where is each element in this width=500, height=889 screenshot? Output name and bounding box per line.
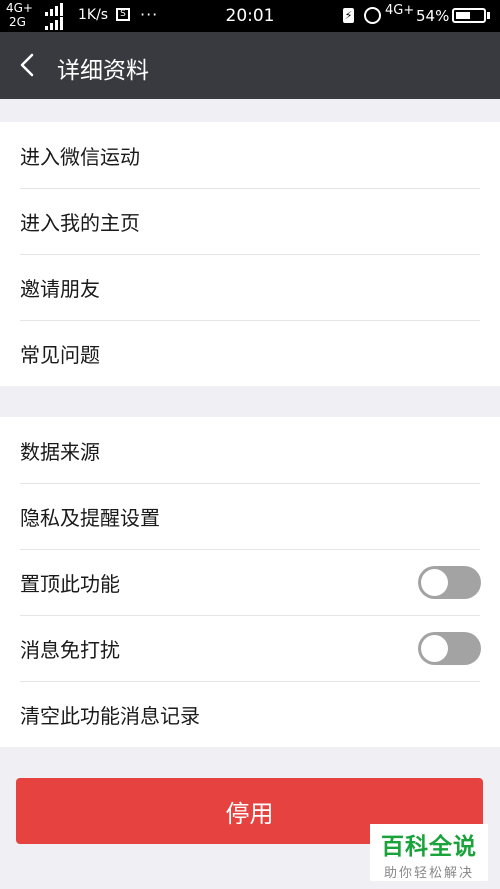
list-item-label: 进入微信运动 [20, 144, 140, 169]
list-item-label: 邀请朋友 [20, 276, 100, 301]
chevron-left-icon[interactable] [14, 50, 44, 80]
charging-icon: ⚡ [343, 8, 354, 23]
list-item-label: 数据来源 [20, 439, 100, 464]
list-item-label: 置顶此功能 [20, 571, 120, 596]
list-item-data-source[interactable]: 数据来源 [0, 417, 500, 483]
list-item-privacy-settings[interactable]: 隐私及提醒设置 [0, 483, 500, 549]
list-item-clear-history[interactable]: 清空此功能消息记录 [0, 681, 500, 747]
status-bar: 4G+ 2G 1K/s S ··· 20:01 ⚡ 4G+ 54% [0, 0, 500, 32]
menu-group-1: 进入微信运动 进入我的主页 邀请朋友 常见问题 [0, 122, 500, 386]
toggle-knob [421, 569, 448, 596]
page-title: 详细资料 [57, 58, 149, 84]
alarm-icon [364, 7, 381, 24]
title-bar: 详细资料 [0, 32, 500, 99]
toggle-knob [421, 635, 448, 662]
watermark-title: 百科全说 [381, 834, 477, 860]
list-item-my-homepage[interactable]: 进入我的主页 [0, 188, 500, 254]
battery-icon [452, 8, 486, 23]
list-item-label: 常见问题 [20, 342, 100, 367]
list-item-pin-to-top: 置顶此功能 [0, 549, 500, 615]
list-item-label: 清空此功能消息记录 [20, 703, 200, 728]
list-item-label: 进入我的主页 [20, 210, 140, 235]
list-item-faq[interactable]: 常见问题 [0, 320, 500, 386]
watermark-logo: 百科全说 助你轻松解决 [370, 824, 488, 881]
battery-level [456, 12, 470, 19]
list-item-do-not-disturb: 消息免打扰 [0, 615, 500, 681]
menu-group-2: 数据来源 隐私及提醒设置 置顶此功能 消息免打扰 清空此功能消息记录 [0, 417, 500, 747]
do-not-disturb-toggle[interactable] [418, 632, 481, 665]
battery-cap [487, 12, 490, 19]
list-item-label: 消息免打扰 [20, 637, 120, 662]
pin-to-top-toggle[interactable] [418, 566, 481, 599]
list-item-wechat-sports[interactable]: 进入微信运动 [0, 122, 500, 188]
network-type-right: 4G+ [385, 3, 415, 18]
watermark-subtitle: 助你轻松解决 [383, 866, 474, 881]
battery-percent: 54% [416, 7, 450, 25]
list-item-invite-friends[interactable]: 邀请朋友 [0, 254, 500, 320]
list-item-label: 隐私及提醒设置 [20, 505, 160, 530]
